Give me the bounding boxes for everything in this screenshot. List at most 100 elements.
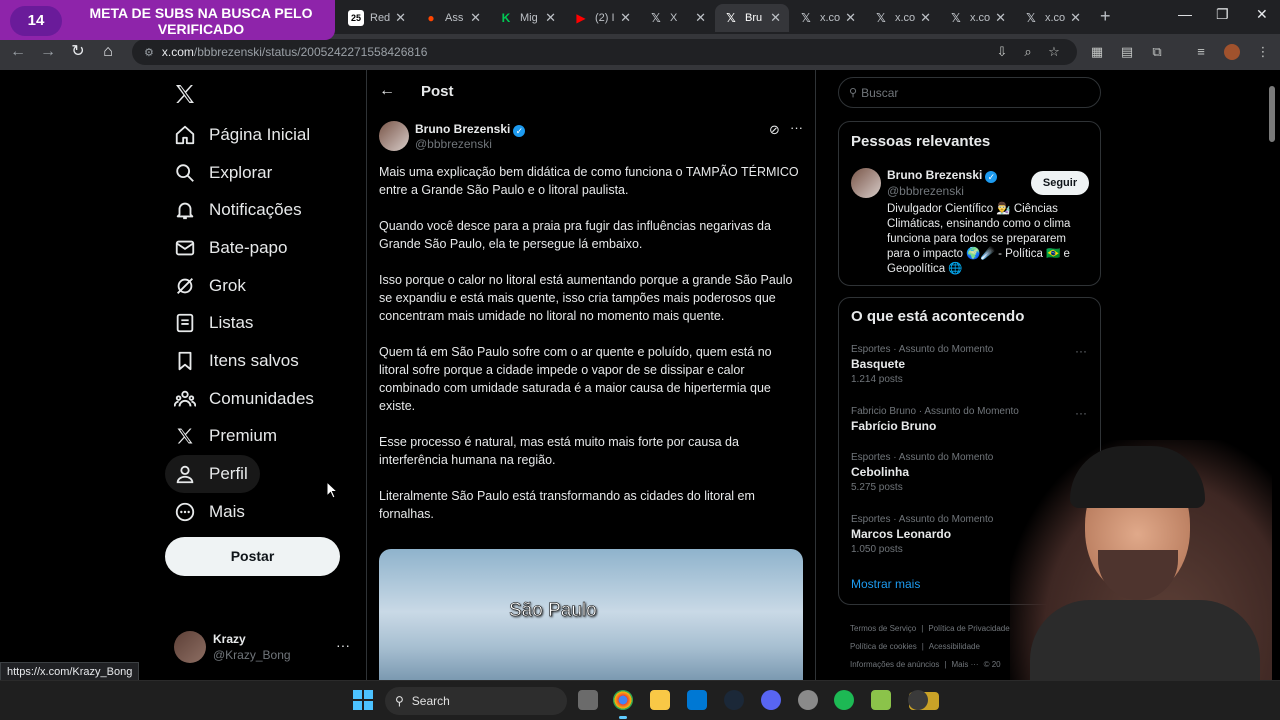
new-tab-icon[interactable]: +: [1100, 6, 1111, 27]
post-button[interactable]: Postar: [165, 537, 340, 576]
browser-tab[interactable]: K Mig ✕: [490, 4, 564, 32]
nav-item-lists[interactable]: Listas: [165, 304, 265, 342]
relevant-name-row[interactable]: Bruno Brezenski ✓: [887, 168, 998, 183]
nav-label: Perfil: [209, 464, 248, 483]
close-icon[interactable]: ✕: [920, 10, 931, 26]
extension-icon[interactable]: ▦: [1088, 43, 1106, 61]
home-icon[interactable]: ⌂: [98, 42, 118, 62]
bookmark-star-icon[interactable]: ☆: [1046, 44, 1062, 60]
close-icon[interactable]: ✕: [695, 10, 706, 26]
tab-label: x.co: [820, 12, 841, 24]
nav-label: Mais: [209, 502, 245, 521]
trend-item[interactable]: Esportes · Assunto do Momento Basquete 1…: [851, 344, 1091, 385]
reload-icon[interactable]: ↻: [68, 42, 88, 62]
follow-button[interactable]: Seguir: [1031, 171, 1089, 195]
nav-item-notifications[interactable]: Notificações: [165, 191, 314, 229]
browser-tab[interactable]: ● Ass ✕: [415, 4, 489, 32]
settings-gear-icon[interactable]: [798, 690, 818, 710]
footer-link[interactable]: Acessibilidade: [929, 642, 980, 651]
footer-link[interactable]: Termos de Serviço: [850, 624, 916, 633]
notepad-icon[interactable]: [871, 690, 891, 710]
x-logo-icon[interactable]: [173, 82, 197, 106]
discord-icon[interactable]: [761, 690, 781, 710]
close-window-icon[interactable]: ✕: [1256, 6, 1268, 23]
browser-tab[interactable]: 𝕏 x.co ✕: [1015, 4, 1089, 32]
nav-item-premium[interactable]: Premium: [165, 417, 289, 455]
account-switcher[interactable]: Krazy @Krazy_Bong ···: [174, 630, 354, 672]
search-input[interactable]: ⚲ Buscar: [838, 77, 1101, 108]
extensions-puzzle-icon[interactable]: ⧉: [1148, 43, 1166, 61]
nav-item-chat[interactable]: Bate-papo: [165, 229, 299, 267]
post-video[interactable]: São Paulo: [379, 549, 803, 689]
tab-label: x.co: [970, 12, 991, 24]
chrome-app-icon[interactable]: [613, 690, 633, 719]
file-explorer-icon[interactable]: [650, 690, 670, 710]
more-icon[interactable]: ···: [1075, 344, 1087, 358]
more-icon[interactable]: ···: [336, 637, 350, 653]
author-name-row[interactable]: Bruno Brezenski ✓: [415, 122, 526, 137]
close-icon[interactable]: ✕: [545, 10, 556, 26]
close-icon[interactable]: ✕: [770, 10, 781, 26]
browser-tab[interactable]: 𝕏 x.co ✕: [865, 4, 939, 32]
more-icon[interactable]: ···: [1075, 406, 1087, 420]
windows-start-icon[interactable]: [352, 689, 374, 711]
browser-tab-active[interactable]: 𝕏 Bru ✕: [715, 4, 789, 32]
address-bar[interactable]: ⚙ x.com /bbbrezenski/status/200524227155…: [132, 39, 1077, 65]
browser-tab[interactable]: ▶ (2) I ✕: [565, 4, 639, 32]
avatar[interactable]: [851, 168, 881, 198]
profile-avatar[interactable]: [1224, 44, 1240, 60]
footer-link[interactable]: Informações de anúncios: [850, 660, 939, 669]
browser-tab[interactable]: 25 Red ✕: [340, 4, 414, 32]
show-more-link[interactable]: Mostrar mais: [851, 577, 920, 591]
store-icon[interactable]: [687, 690, 707, 710]
tab-strip: 14 META DE SUBS NA BUSCA PELO VERIFICADO…: [0, 0, 1280, 40]
account-name: Krazy: [213, 632, 246, 646]
nav-item-explore[interactable]: Explorar: [165, 154, 284, 192]
restore-icon[interactable]: ❐: [1216, 6, 1229, 23]
close-icon[interactable]: ✕: [470, 10, 481, 26]
nav-item-home[interactable]: Página Inicial: [165, 116, 322, 154]
browser-tab[interactable]: 𝕏 X ✕: [640, 4, 714, 32]
page-scrollbar[interactable]: [1269, 86, 1275, 142]
reading-list-icon[interactable]: ≡: [1192, 43, 1210, 61]
close-icon[interactable]: ✕: [1070, 10, 1081, 26]
extension-icon[interactable]: ▤: [1118, 43, 1136, 61]
nav-label: Itens salvos: [209, 351, 299, 370]
close-icon[interactable]: ✕: [620, 10, 631, 26]
back-icon[interactable]: ←: [8, 42, 28, 62]
site-info-icon[interactable]: ⚙: [144, 46, 154, 59]
back-arrow-icon[interactable]: ←: [379, 82, 395, 100]
browser-tab[interactable]: 𝕏 x.co ✕: [940, 4, 1014, 32]
close-icon[interactable]: ✕: [995, 10, 1006, 26]
footer-link[interactable]: Política de cookies: [850, 642, 917, 651]
forward-icon[interactable]: →: [38, 42, 58, 62]
overlay-title: META DE SUBS NA BUSCA PELO VERIFICADO: [89, 5, 313, 37]
taskbar-search-input[interactable]: ⚲ Search: [385, 687, 939, 715]
close-icon[interactable]: ✕: [845, 10, 856, 26]
zoom-icon[interactable]: ⌕: [1020, 44, 1036, 60]
nav-item-bookmarks[interactable]: Itens salvos: [165, 342, 311, 380]
tab-favicon: 𝕏: [1026, 11, 1036, 25]
grok-explain-icon[interactable]: ⊘: [769, 122, 780, 138]
trend-item[interactable]: Fabricio Bruno · Assunto do Momento Fabr…: [851, 406, 1091, 433]
install-app-icon[interactable]: ⇩: [994, 44, 1010, 60]
post-header: ← Post: [367, 70, 815, 114]
nav-item-more[interactable]: Mais: [165, 493, 257, 531]
footer-link[interactable]: Mais ···: [951, 660, 978, 669]
close-icon[interactable]: ✕: [395, 10, 406, 26]
browser-tab[interactable]: 𝕏 x.co ✕: [790, 4, 864, 32]
spotify-icon[interactable]: [834, 690, 854, 710]
nav-item-communities[interactable]: Comunidades: [165, 380, 326, 418]
overlay-count: 14: [10, 6, 62, 36]
author-avatar[interactable]: [379, 121, 409, 151]
nav-item-grok[interactable]: Grok: [165, 267, 258, 305]
minimize-icon[interactable]: —: [1178, 6, 1192, 22]
steam-icon[interactable]: [724, 690, 744, 710]
task-view-icon[interactable]: [578, 690, 598, 710]
nav-item-profile[interactable]: Perfil: [165, 455, 260, 493]
obs-icon[interactable]: [908, 690, 928, 710]
tab-label: X: [670, 12, 678, 24]
chrome-menu-icon[interactable]: ⋮: [1254, 43, 1272, 61]
more-icon[interactable]: ···: [790, 120, 803, 135]
footer-link[interactable]: Política de Privacidade: [928, 624, 1009, 633]
